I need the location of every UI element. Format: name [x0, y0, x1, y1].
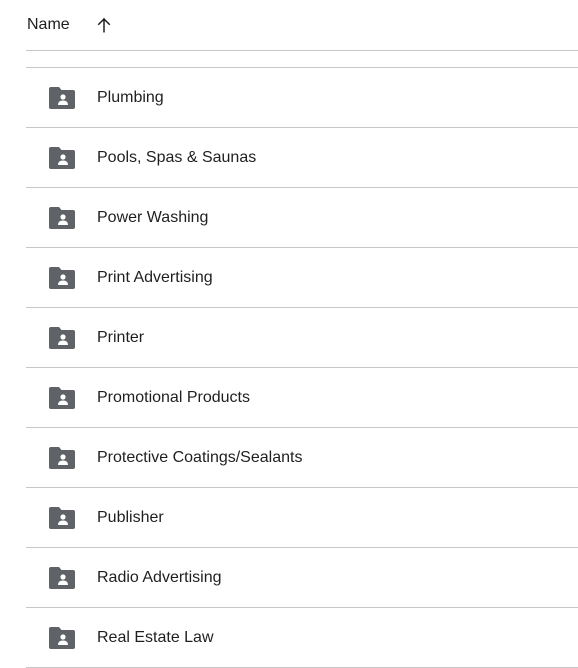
- shared-folder-icon: [49, 86, 75, 109]
- shared-folder-icon: [49, 326, 75, 349]
- list-item[interactable]: Publisher: [26, 488, 578, 548]
- list-item[interactable]: Promotional Products: [26, 368, 578, 428]
- arrow-up-icon: [97, 17, 110, 33]
- folder-name: Plumbing: [97, 88, 164, 106]
- folder-name: Radio Advertising: [97, 568, 222, 586]
- folder-name: Real Estate Law: [97, 628, 214, 646]
- name-column-header[interactable]: Name: [27, 16, 70, 34]
- folder-name: Print Advertising: [97, 268, 213, 286]
- folder-name: Pools, Spas & Saunas: [97, 148, 257, 166]
- folder-name: Publisher: [97, 508, 164, 526]
- folder-name: Printer: [97, 328, 145, 346]
- folder-name: Power Washing: [97, 208, 209, 226]
- list-item[interactable]: Printer: [26, 308, 578, 368]
- list-item[interactable]: Print Advertising: [26, 248, 578, 308]
- sort-direction-button[interactable]: [92, 13, 116, 37]
- list-item[interactable]: Plumbing: [26, 68, 578, 128]
- shared-folder-icon: [49, 506, 75, 529]
- list-item[interactable]: Real Estate Law: [26, 608, 578, 668]
- list-item[interactable]: Protective Coatings/Sealants: [26, 428, 578, 488]
- list-item[interactable]: Power Washing: [26, 188, 578, 248]
- folder-name: Promotional Products: [97, 388, 250, 406]
- shared-folder-icon: [49, 146, 75, 169]
- list-item[interactable]: Pools, Spas & Saunas: [26, 128, 578, 188]
- list-header: Name: [26, 0, 578, 51]
- shared-folder-icon: [49, 446, 75, 469]
- shared-folder-icon: [49, 386, 75, 409]
- folder-name: Protective Coatings/Sealants: [97, 448, 303, 466]
- folder-list: Plumbing Pools, Spas & Saunas Power Wash…: [26, 67, 578, 668]
- shared-folder-icon: [49, 626, 75, 649]
- list-item[interactable]: Radio Advertising: [26, 548, 578, 608]
- shared-folder-icon: [49, 206, 75, 229]
- shared-folder-icon: [49, 566, 75, 589]
- shared-folder-icon: [49, 266, 75, 289]
